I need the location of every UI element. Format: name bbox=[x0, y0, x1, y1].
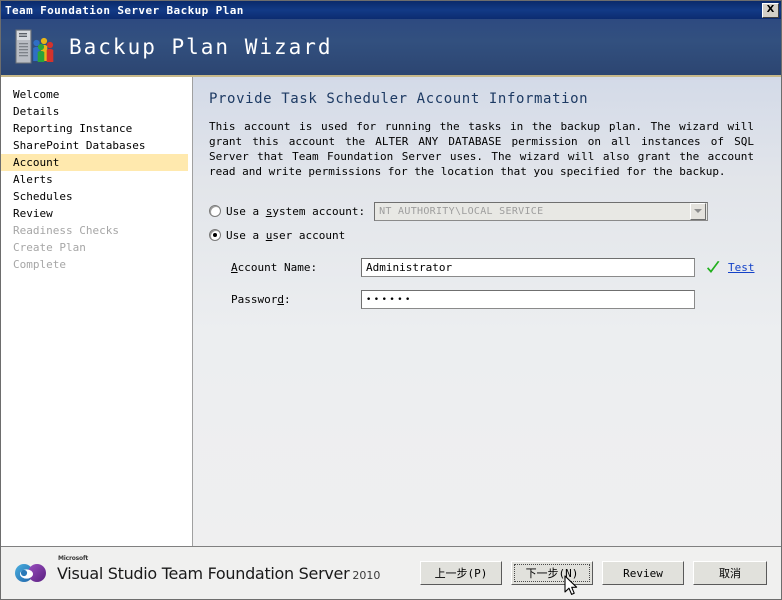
system-account-combobox: NT AUTHORITY\LOCAL SERVICE bbox=[374, 201, 709, 221]
logo-text: Microsoft Visual Studio Team Foundation … bbox=[57, 555, 381, 583]
wizard-window: Team Foundation Server Backup Plan X Bac… bbox=[0, 0, 782, 600]
system-account-radio[interactable] bbox=[209, 205, 221, 217]
sidebar-item-complete: Complete bbox=[13, 258, 66, 271]
sidebar-item-welcome[interactable]: Welcome bbox=[1, 86, 192, 103]
password-row: Password: •••••• bbox=[209, 290, 763, 309]
password-label-suffix: : bbox=[283, 293, 291, 306]
account-name-label-rest: ccount Name: bbox=[237, 261, 318, 274]
page-title: Provide Task Scheduler Account Informati… bbox=[209, 91, 589, 107]
account-name-label: Account Name: bbox=[231, 261, 361, 274]
sidebar-item-readiness-checks: Readiness Checks bbox=[13, 224, 119, 237]
microsoft-wordmark: Microsoft bbox=[58, 554, 89, 562]
sidebar-item-create-plan: Create Plan bbox=[13, 241, 86, 254]
page-description: This account is used for running the tas… bbox=[209, 120, 754, 178]
user-account-label[interactable]: Use a user account bbox=[226, 229, 345, 242]
password-masked-value: •••••• bbox=[366, 294, 413, 305]
cancel-button[interactable]: 取消 bbox=[693, 561, 767, 585]
wizard-footer: Microsoft Visual Studio Team Foundation … bbox=[1, 547, 781, 599]
wizard-main-pane: Provide Task Scheduler Account Informati… bbox=[193, 77, 781, 546]
user-account-label-prefix: Use a bbox=[226, 228, 266, 242]
green-check-icon bbox=[707, 260, 720, 273]
next-button-label: 下一步(N) bbox=[525, 567, 579, 580]
review-button[interactable]: Review bbox=[602, 561, 684, 585]
title-bar: Team Foundation Server Backup Plan X bbox=[1, 1, 781, 19]
password-label-accel: d bbox=[277, 293, 284, 306]
wizard-banner: Backup Plan Wizard bbox=[1, 19, 781, 77]
user-account-radio[interactable] bbox=[209, 229, 221, 241]
system-account-combobox-value: NT AUTHORITY\LOCAL SERVICE bbox=[379, 205, 544, 217]
banner-title: Backup Plan Wizard bbox=[69, 35, 333, 59]
visual-studio-infinity-icon bbox=[15, 564, 46, 582]
sidebar-item-schedules[interactable]: Schedules bbox=[1, 188, 192, 205]
system-account-row: Use a system account: NT AUTHORITY\LOCAL… bbox=[209, 201, 763, 221]
cancel-button-label: 取消 bbox=[719, 567, 741, 580]
user-account-row: Use a user account bbox=[209, 225, 763, 245]
account-name-row: Account Name: Administrator Test bbox=[209, 258, 763, 277]
sidebar-item-account[interactable]: Account bbox=[1, 154, 188, 171]
password-label-prefix: Passwor bbox=[231, 293, 278, 306]
vs-tfs-logo: Microsoft Visual Studio Team Foundation … bbox=[13, 555, 381, 585]
user-account-label-suffix: ser account bbox=[272, 228, 346, 242]
sidebar-item-reporting-instance[interactable]: Reporting Instance bbox=[1, 120, 192, 137]
product-wordmark: Visual Studio Team Foundation Server bbox=[57, 563, 350, 583]
password-input[interactable]: •••••• bbox=[361, 290, 695, 309]
close-button[interactable]: X bbox=[762, 2, 779, 18]
system-account-label[interactable]: Use a system account: bbox=[226, 205, 365, 218]
system-account-label-prefix: Use a bbox=[226, 204, 266, 218]
system-account-label-suffix: ystem account: bbox=[272, 204, 366, 218]
wizard-body: Welcome Details Reporting Instance Share… bbox=[1, 77, 781, 547]
product-year: 2010 bbox=[352, 568, 381, 582]
password-label: Password: bbox=[231, 293, 361, 306]
review-button-label: Review bbox=[623, 566, 663, 580]
account-name-label-accel: A bbox=[231, 261, 238, 274]
next-button[interactable]: 下一步(N) bbox=[511, 561, 593, 585]
account-form: Use a system account: NT AUTHORITY\LOCAL… bbox=[209, 201, 763, 309]
wizard-steps-sidebar: Welcome Details Reporting Instance Share… bbox=[1, 77, 193, 546]
sidebar-item-details[interactable]: Details bbox=[1, 103, 192, 120]
sidebar-item-review[interactable]: Review bbox=[1, 205, 192, 222]
back-button-label: 上一步(P) bbox=[434, 567, 488, 580]
account-name-input[interactable]: Administrator bbox=[361, 258, 695, 277]
server-people-icon bbox=[15, 29, 54, 64]
chevron-down-icon bbox=[690, 202, 707, 220]
test-link[interactable]: Test bbox=[728, 261, 755, 274]
wizard-button-group: 上一步(P) 下一步(N) Review 取消 bbox=[420, 561, 767, 585]
back-button[interactable]: 上一步(P) bbox=[420, 561, 502, 585]
window-title: Team Foundation Server Backup Plan bbox=[5, 3, 244, 17]
sidebar-item-sharepoint-databases[interactable]: SharePoint Databases bbox=[1, 137, 192, 154]
sidebar-item-alerts[interactable]: Alerts bbox=[1, 171, 192, 188]
